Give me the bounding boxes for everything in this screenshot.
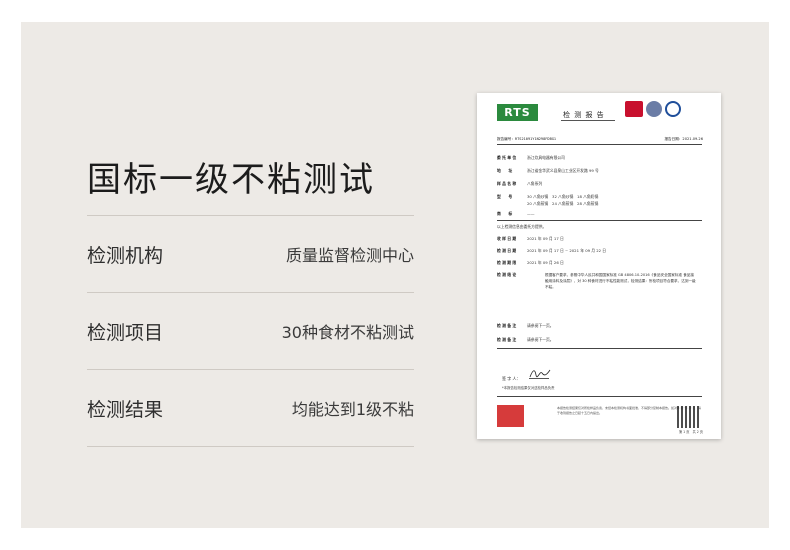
divider xyxy=(87,446,414,447)
info-value: 均能达到1级不粘 xyxy=(291,400,414,419)
info-label: 检测机构 xyxy=(87,244,164,267)
info-value: 质量监督检测中心 xyxy=(285,246,414,265)
report-field: 样 品 名 称八角系列 xyxy=(497,181,543,186)
test-report-document: RTS 检 测 报 告 报告编号：RTS21091Y1N298FDBG1 报告日… xyxy=(477,93,721,439)
page-title: 国标一级不粘测试 xyxy=(87,160,375,200)
info-value: 30种食材不粘测试 xyxy=(281,323,414,342)
info-label: 检测项目 xyxy=(87,321,164,344)
info-list: 检测机构 质量监督检测中心 检测项目 30种食材不粘测试 检测结果 均能达到1级… xyxy=(87,215,414,447)
test-center-seal-icon xyxy=(497,405,524,427)
divider xyxy=(561,120,615,121)
cnas-mark-icon xyxy=(665,101,681,117)
qr-code-icon xyxy=(677,406,699,428)
report-field: 检 测 期 限 2021 年 09 月 26 日 xyxy=(497,260,564,265)
report-field: 检 测 备 注请参阅下一页。 xyxy=(497,337,554,342)
ilac-mark-icon xyxy=(646,101,662,117)
info-label: 检测结果 xyxy=(87,398,164,421)
page-number: 第 1 页 共 2 页 xyxy=(678,430,703,434)
sample-note: 以上检测信息由委托方提供。 xyxy=(497,224,547,229)
certification-marks xyxy=(625,101,681,117)
report-date: 报告日期：2021.09.26 xyxy=(664,137,703,141)
report-field: 检 测 备 注请参阅下一页。 xyxy=(497,323,554,328)
divider xyxy=(497,348,702,349)
report-number: 报告编号：RTS21091Y1N298FDBG1 xyxy=(497,137,557,141)
conclusion-text: 根据客户要求，参照中华人民共和国国家标准 GB 4806.10-2016《食品安… xyxy=(545,273,696,289)
report-field: 检 测 结 论 xyxy=(497,272,517,277)
report-field: 地 址浙江省金华武义县泉山工业区开发路 99 号 xyxy=(497,168,599,173)
info-row-institution: 检测机构 质量监督检测中心 xyxy=(87,216,414,292)
divider xyxy=(497,144,702,145)
divider xyxy=(497,396,702,397)
signature-icon xyxy=(529,367,551,379)
report-field: 检 测 日 期 2021 年 09 月 17 日 ~ 2021 年 09 月 22… xyxy=(497,248,607,253)
rts-logo: RTS xyxy=(497,104,538,121)
divider xyxy=(497,220,702,221)
info-row-item: 检测项目 30种食材不粘测试 xyxy=(87,293,414,369)
report-field: 20 八角煎锅 24 八角煎锅 28 八角煎锅 xyxy=(527,201,599,206)
signer-label: 签 字 人： xyxy=(502,376,521,381)
info-row-result: 检测结果 均能达到1级不粘 xyxy=(87,370,414,446)
report-title: 检 测 报 告 xyxy=(563,111,605,119)
report-field: 型 号 30 八角炒锅 32 八角炒锅 18 八角奶锅 xyxy=(497,194,599,199)
cma-mark-icon xyxy=(625,101,643,117)
signer-note: *本报告检测结果仅对送检样品负责 xyxy=(502,386,555,390)
report-field: 委 托 单 位浙江炊具电器有限公司 xyxy=(497,155,565,160)
report-field: 商 标 —— xyxy=(497,211,535,216)
report-field: 收 样 日 期 2021 年 09 月 17 日 xyxy=(497,236,564,241)
